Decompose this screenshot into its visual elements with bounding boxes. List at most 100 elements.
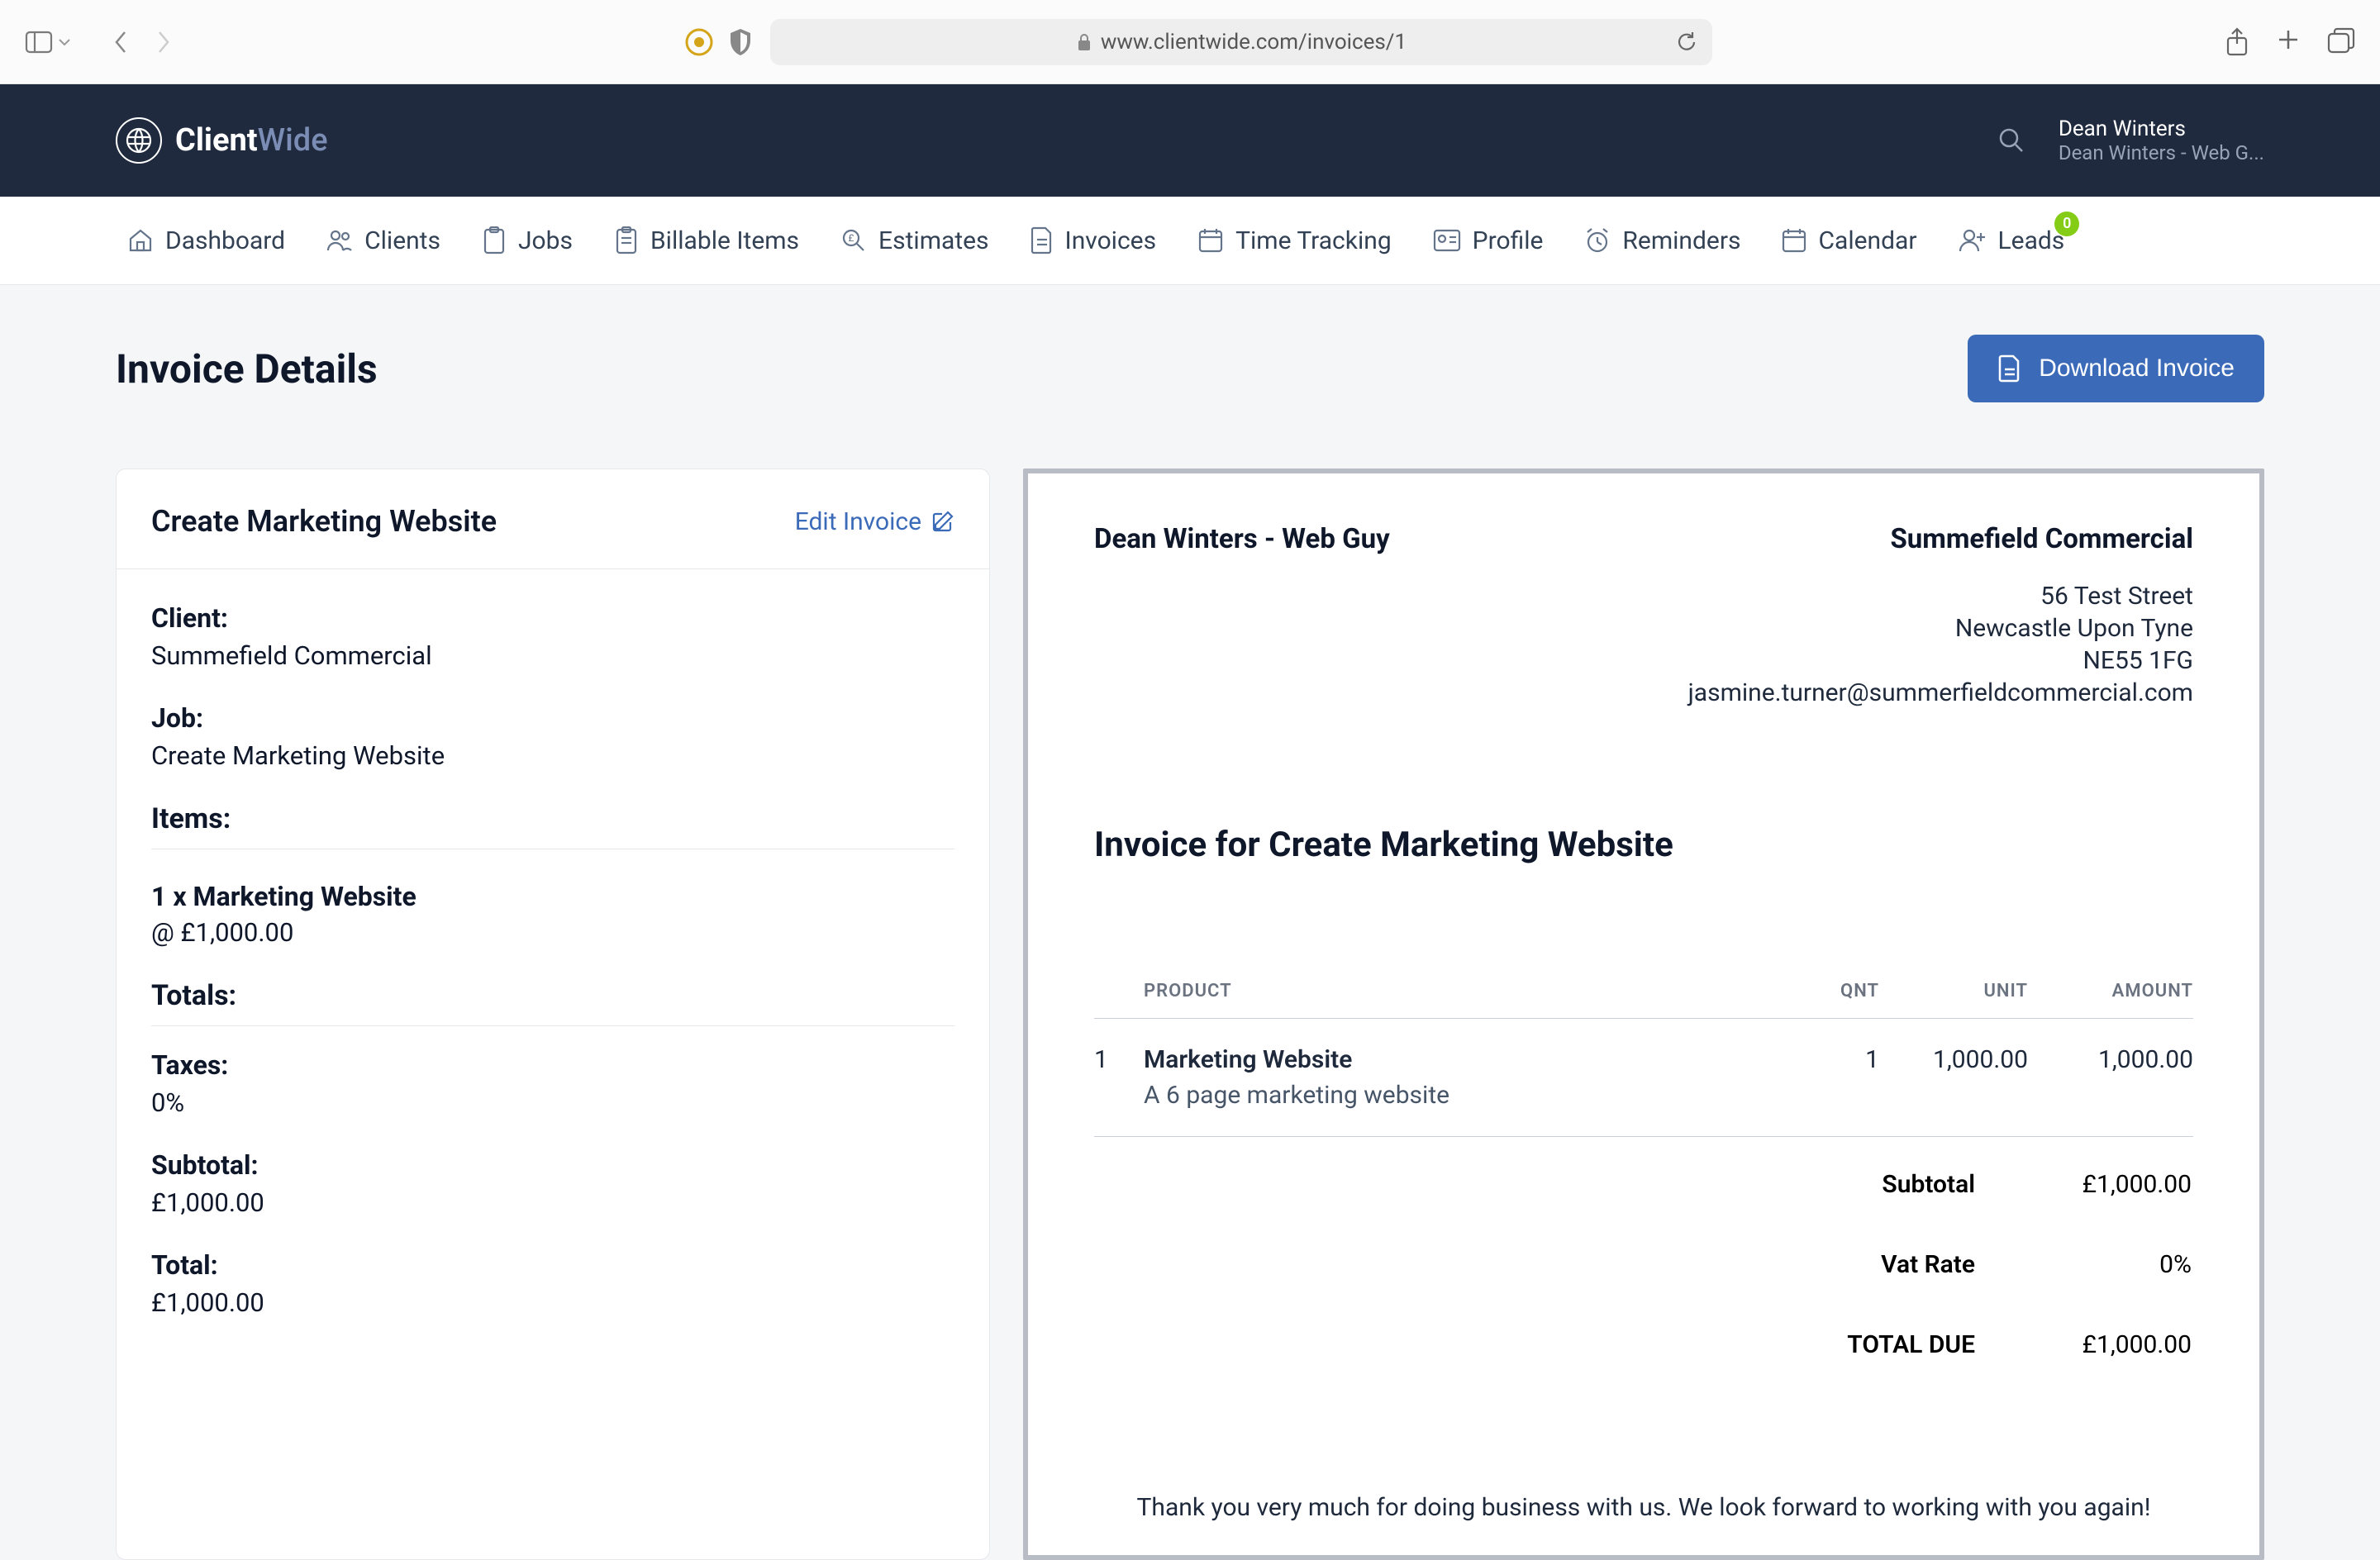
nav-label: Jobs <box>518 226 573 255</box>
nav-reminders[interactable]: Reminders <box>1584 226 1740 255</box>
card-title: Create Marketing Website <box>151 504 497 539</box>
col-unit: UNIT <box>1879 964 2028 1019</box>
taxes-value: 0% <box>151 1087 954 1118</box>
col-amount: AMOUNT <box>2028 964 2193 1019</box>
edit-invoice-link[interactable]: Edit Invoice <box>795 507 954 536</box>
nav-leads[interactable]: Leads 0 <box>1959 226 2065 255</box>
chevron-right-icon <box>155 29 172 55</box>
total-due-value: £1,000.00 <box>2026 1306 2192 1384</box>
tabs-icon[interactable] <box>2327 27 2355 54</box>
url-bar[interactable]: www.clientwide.com/invoices/1 <box>770 19 1712 65</box>
url-text: www.clientwide.com/invoices/1 <box>1101 30 1407 55</box>
user-plus-icon <box>1959 228 1987 253</box>
clipboard-icon <box>482 226 507 254</box>
nav-label: Profile <box>1473 226 1544 255</box>
subtotal-label: Subtotal <box>1096 1145 2025 1224</box>
document-download-icon <box>1997 354 2022 383</box>
invoice-document: Dean Winters - Web Guy Summefield Commer… <box>1023 468 2264 1560</box>
nav-label: Dashboard <box>165 226 285 255</box>
nav-dashboard[interactable]: Dashboard <box>127 226 285 255</box>
chevron-left-icon <box>112 29 129 55</box>
browser-chrome: www.clientwide.com/invoices/1 <box>0 0 2380 84</box>
privacy-badge-icon[interactable] <box>684 27 714 57</box>
clipboard-list-icon <box>614 226 639 254</box>
download-invoice-button[interactable]: Download Invoice <box>1968 335 2264 402</box>
invoice-summary-card: Create Marketing Website Edit Invoice Cl… <box>116 468 990 1560</box>
subtotal-label: Subtotal: <box>151 1149 954 1181</box>
nav-label: Calendar <box>1818 226 1916 255</box>
row-qnt: 1 <box>1772 1019 1879 1137</box>
brand-logo-icon <box>116 117 162 164</box>
job-label: Job: <box>151 702 954 734</box>
nav-label: Invoices <box>1065 226 1157 255</box>
invoice-from: Dean Winters - Web Guy <box>1094 523 1390 709</box>
invoice-email: jasmine.turner@summerfieldcommercial.com <box>1688 677 2193 709</box>
id-card-icon <box>1433 229 1461 252</box>
invoice-title: Invoice for Create Marketing Website <box>1094 825 2193 865</box>
app-nav: Dashboard Clients Jobs Billable Items £ … <box>0 197 2380 285</box>
client-value: Summefield Commercial <box>151 640 954 671</box>
items-heading: Items: <box>151 802 954 849</box>
home-icon <box>127 227 154 254</box>
svg-text:£: £ <box>849 232 854 244</box>
vat-label: Vat Rate <box>1096 1225 2025 1304</box>
invoice-to-name: Summefield Commercial <box>1688 523 2193 555</box>
nav-calendar[interactable]: Calendar <box>1782 226 1916 255</box>
forward-button[interactable] <box>155 29 172 55</box>
col-qnt: QNT <box>1772 964 1879 1019</box>
total-label: Total: <box>151 1249 954 1281</box>
job-value: Create Marketing Website <box>151 740 954 771</box>
nav-label: Time Tracking <box>1235 226 1392 255</box>
new-tab-icon[interactable] <box>2276 27 2301 52</box>
calendar-icon <box>1782 227 1806 254</box>
brand[interactable]: ClientWide <box>116 117 1997 164</box>
edit-icon <box>931 510 954 533</box>
product-desc: A 6 page marketing website <box>1144 1081 1772 1110</box>
item-line-1: 1 x Marketing Website <box>151 881 954 912</box>
nav-estimates[interactable]: £ Estimates <box>840 226 988 255</box>
total-value: £1,000.00 <box>151 1287 954 1318</box>
page-title: Invoice Details <box>116 345 378 392</box>
back-button[interactable] <box>112 29 129 55</box>
edit-label: Edit Invoice <box>795 507 921 536</box>
invoice-addr3: NE55 1FG <box>1688 644 2193 677</box>
totals-table: Subtotal £1,000.00 Vat Rate 0% TOTAL DUE… <box>1094 1144 2193 1386</box>
nav-time-tracking[interactable]: Time Tracking <box>1197 226 1392 255</box>
document-icon <box>1031 226 1054 254</box>
refresh-icon[interactable] <box>1676 31 1697 54</box>
brand-text: ClientWide <box>175 122 328 159</box>
lock-icon <box>1076 32 1092 52</box>
nav-label: Clients <box>364 226 440 255</box>
estimate-icon: £ <box>840 227 867 254</box>
invoice-addr1: 56 Test Street <box>1688 580 2193 612</box>
nav-billable-items[interactable]: Billable Items <box>614 226 799 255</box>
nav-clients[interactable]: Clients <box>326 226 440 255</box>
alarm-icon <box>1584 227 1611 254</box>
subtotal-value: £1,000.00 <box>2026 1145 2192 1224</box>
row-unit: 1,000.00 <box>1879 1019 2028 1137</box>
chevron-down-icon <box>58 38 71 46</box>
sidebar-toggle-button[interactable] <box>25 31 71 54</box>
shield-icon[interactable] <box>727 27 754 57</box>
row-num: 1 <box>1094 1019 1144 1137</box>
leads-badge: 0 <box>2054 212 2079 236</box>
share-icon[interactable] <box>2225 27 2249 57</box>
download-label: Download Invoice <box>2039 354 2235 383</box>
invoice-addr2: Newcastle Upon Tyne <box>1688 612 2193 644</box>
table-row: 1 Marketing Website A 6 page marketing w… <box>1094 1019 2193 1137</box>
nav-profile[interactable]: Profile <box>1433 226 1544 255</box>
user-sub: Dean Winters - Web G... <box>2059 141 2264 164</box>
client-label: Client: <box>151 602 954 634</box>
nav-jobs[interactable]: Jobs <box>482 226 573 255</box>
nav-label: Billable Items <box>650 226 799 255</box>
search-icon <box>1997 126 2025 155</box>
nav-label: Reminders <box>1622 226 1740 255</box>
nav-label: Leads <box>1998 226 2065 255</box>
subtotal-value: £1,000.00 <box>151 1187 954 1218</box>
page-header: Invoice Details Download Invoice <box>116 335 2264 402</box>
user-menu[interactable]: Dean Winters Dean Winters - Web G... <box>2059 117 2264 164</box>
users-icon <box>326 227 353 254</box>
nav-invoices[interactable]: Invoices <box>1031 226 1157 255</box>
header-search-button[interactable] <box>1997 126 2025 155</box>
total-due-label: TOTAL DUE <box>1096 1306 2025 1384</box>
